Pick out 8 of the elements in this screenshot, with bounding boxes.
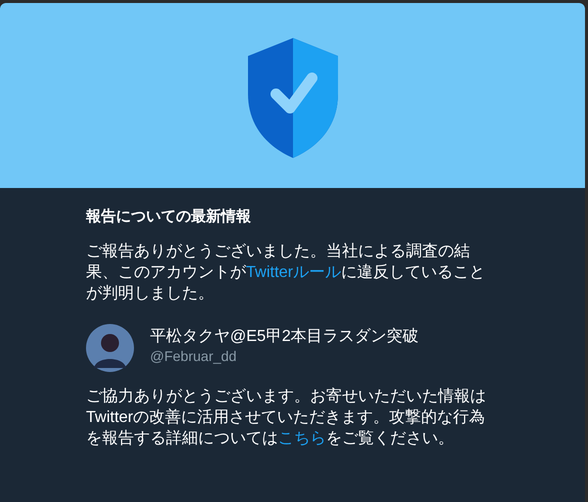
shield-check-icon [246, 36, 340, 160]
account-handle: @Februar_dd [150, 347, 238, 365]
details-link[interactable]: こちら [278, 430, 326, 447]
rules-link[interactable]: Twitterルール [246, 264, 342, 281]
account-name: 平松タクヤ@E5甲2本目ラスダン突破 [150, 327, 419, 347]
report-message: ご報告ありがとうございました。当社による調査の結果、このアカウントがTwitterルールに違反していることが判明しました。 [86, 242, 486, 304]
thanks-message: ご協力ありがとうございます。お寄せいただいた情報はTwitterの改善に活用させていただきます。攻撃的な行為を報告する詳細についてはこちら をご覧ください。 [86, 386, 487, 449]
dialog-title: 報告についての最新情報 [86, 207, 252, 227]
